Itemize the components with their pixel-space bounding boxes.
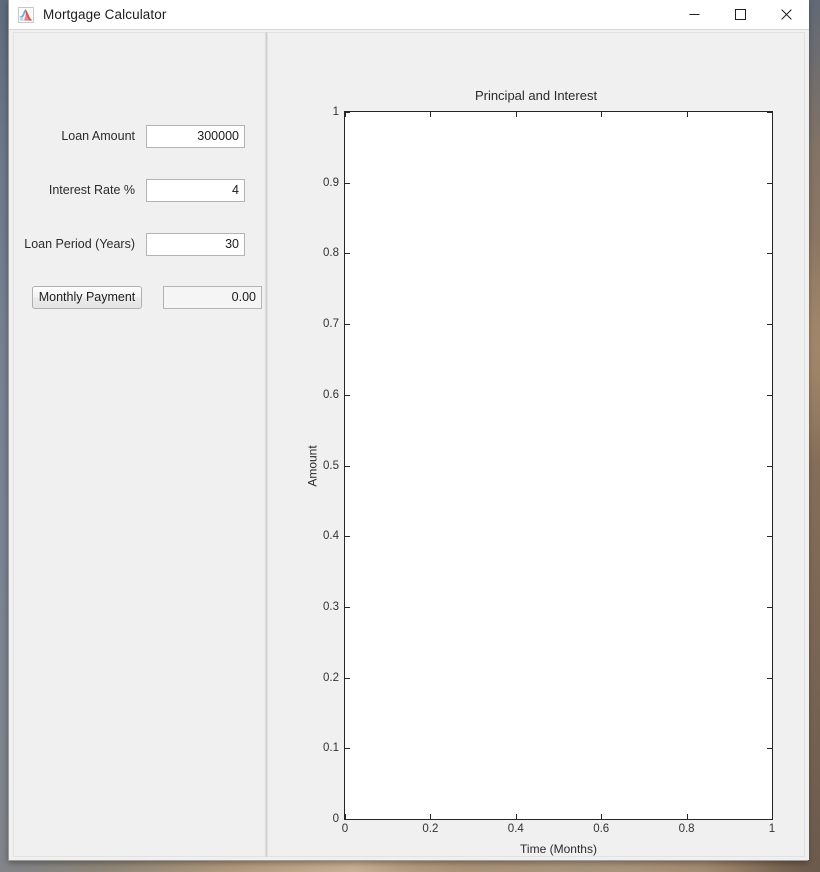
close-button[interactable] <box>763 0 809 30</box>
loan-period-input[interactable] <box>146 232 245 256</box>
y-tick-mirror <box>767 394 772 396</box>
y-tick-mirror <box>767 536 772 538</box>
y-tick <box>345 819 350 820</box>
x-tick-mirror <box>430 112 432 117</box>
y-tick-label: 0.5 <box>323 459 339 472</box>
loan-amount-row: Loan Amount <box>14 124 267 148</box>
y-tick-mirror <box>767 677 772 679</box>
chart-x-axis-label: Time (Months) <box>520 842 597 856</box>
x-tick <box>601 814 603 819</box>
chart-title: Principal and Interest <box>474 88 598 103</box>
y-tick-label: 0.2 <box>323 671 339 684</box>
title-bar[interactable]: Mortgage Calculator <box>9 0 809 30</box>
x-tick <box>772 814 773 819</box>
plot-area[interactable]: 0 0.1 0.2 0.3 0.4 0.5 0.6 0.7 0.8 0.9 1 0 0.2 0.4 0.6… <box>323 106 775 835</box>
interest-rate-label: Interest Rate % <box>48 183 135 197</box>
y-tick <box>345 465 350 467</box>
client-area: Loan Amount Interest Rate % Loan Period … <box>9 30 809 860</box>
y-tick-label: 0.6 <box>323 388 339 401</box>
minimize-icon <box>689 14 699 15</box>
maximize-button[interactable] <box>717 0 763 30</box>
interest-rate-input[interactable] <box>146 178 245 202</box>
application-window: Mortgage Calculator Loan Amount 300000 I… <box>8 0 809 861</box>
x-tick-label: 0.8 <box>678 823 695 835</box>
y-tick-mirror <box>767 748 772 750</box>
x-tick-mirror <box>601 112 603 117</box>
y-tick <box>345 394 350 396</box>
loan-amount-label: Loan Amount <box>61 129 135 143</box>
loan-period-label: Loan Period (Years) <box>24 237 135 251</box>
y-tick-label: 0.4 <box>323 530 339 543</box>
y-tick <box>345 536 350 538</box>
chart: Principal and Interest Amount 0 0.1 0.2 0.3… <box>267 32 805 857</box>
y-tick-mirror <box>767 253 772 255</box>
interest-rate-row: Interest Rate % <box>14 178 267 202</box>
chart-y-axis-label-text: Amount <box>306 444 321 487</box>
y-tick-mirror <box>767 819 772 820</box>
y-tick-label: 0.1 <box>323 742 339 755</box>
window-title: Mortgage Calculator <box>43 7 167 22</box>
x-tick-mirror <box>686 112 688 117</box>
minimize-button[interactable] <box>671 0 717 30</box>
x-tick-mirror <box>345 112 346 117</box>
x-tick-label: 0 <box>341 823 349 835</box>
y-tick <box>345 677 350 679</box>
x-tick <box>345 814 346 819</box>
x-tick <box>430 814 432 819</box>
monthly-payment-row: Monthly Payment <box>14 285 267 309</box>
input-panel: Loan Amount Interest Rate % Loan Period … <box>13 32 266 857</box>
y-tick-label: 0 <box>332 813 339 825</box>
chart-y-axis-label: Amount <box>305 111 321 820</box>
y-tick-label: 1 <box>332 106 339 118</box>
y-tick-mirror <box>767 465 772 467</box>
y-tick-label: 0.8 <box>323 247 339 260</box>
loan-amount-input[interactable] <box>146 124 245 148</box>
loan-period-row: Loan Period (Years) <box>14 232 267 256</box>
x-tick-mirror <box>515 112 517 117</box>
y-tick <box>345 748 350 750</box>
monthly-payment-button[interactable]: Monthly Payment <box>32 285 142 309</box>
close-icon <box>780 9 792 20</box>
y-tick <box>345 182 350 184</box>
y-tick-mirror <box>767 182 772 184</box>
y-tick-label: 0.7 <box>323 318 339 331</box>
y-tick-label: 0.3 <box>323 600 339 613</box>
y-tick <box>345 324 350 326</box>
y-tick <box>345 606 350 608</box>
y-tick-label: 0.9 <box>323 176 339 189</box>
maximize-icon <box>734 9 746 20</box>
y-tick-mirror <box>767 324 772 326</box>
x-tick-label: 0.4 <box>507 823 524 835</box>
x-tick-mirror <box>772 112 773 117</box>
x-tick <box>515 814 517 819</box>
x-tick <box>686 814 688 819</box>
window-controls <box>671 0 809 30</box>
x-tick-label: 1 <box>768 823 776 835</box>
x-tick-label: 0.2 <box>422 823 439 835</box>
matlab-logo-icon <box>18 6 34 23</box>
y-tick-mirror <box>767 606 772 608</box>
x-tick-label: 0.6 <box>593 823 610 835</box>
monthly-payment-output[interactable] <box>163 285 262 309</box>
y-tick <box>345 253 350 255</box>
